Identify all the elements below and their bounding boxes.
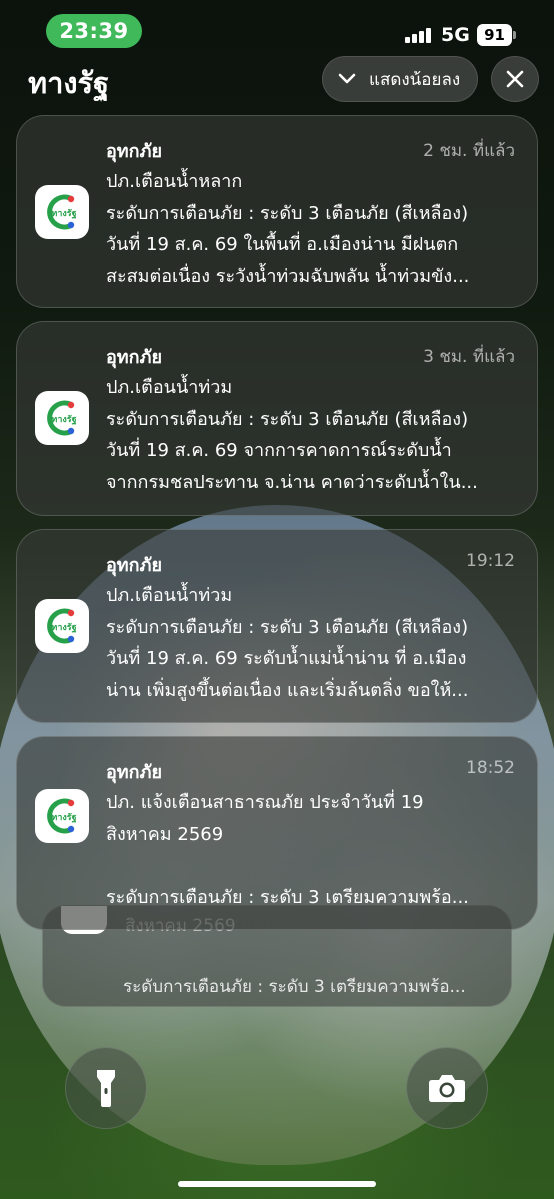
camera-button[interactable] — [406, 1047, 488, 1129]
notification-time: 2 ชม. ที่แล้ว — [423, 141, 515, 161]
notification-line: สิงหาคม 2569 — [106, 823, 224, 845]
battery-icon: 91 — [477, 24, 512, 46]
flashlight-icon — [97, 1070, 115, 1107]
app-group-title: ทางรัฐ — [28, 66, 110, 100]
battery-tip — [513, 31, 516, 39]
notification-card[interactable]: ทางรัฐ อุทกภัย 3 ชม. ที่แล้วปภ.เตือนน้ำท่ว… — [16, 321, 538, 516]
notification-body: ปภ.เตือนน้ำท่วมระดับการเตือนภัย : ระดับ … — [106, 580, 526, 706]
home-indicator[interactable] — [178, 1181, 376, 1187]
signal-icon — [405, 27, 435, 43]
app-icon-text: ทางรัฐ — [51, 812, 76, 823]
app-icon: ทางรัฐ — [35, 185, 89, 239]
notification-app: อุทกภัย — [106, 141, 162, 162]
show-less-button[interactable]: แสดงน้อยลง — [322, 56, 478, 102]
notification-time: 3 ชม. ที่แล้ว — [423, 347, 515, 367]
app-icon-text: ทางรัฐ — [51, 622, 76, 633]
flashlight-button[interactable] — [65, 1047, 147, 1129]
notification-line: ปภ.เตือนน้ำหลาก — [106, 171, 243, 192]
notification-body: ปภ.เตือนน้ำท่วมระดับการเตือนภัย : ระดับ … — [106, 372, 526, 498]
notification-line: ปภ.เตือนน้ำท่วม — [106, 377, 233, 398]
app-icon: ทางรัฐ — [35, 599, 89, 653]
notification-body: ปภ. แจ้งเตือนสาธารณภัย ประจำวันที่ 19 สิง… — [106, 787, 526, 913]
notification-body: ปภ.เตือนน้ำหลากระดับการเตือนภัย : ระดับ … — [106, 166, 526, 292]
notification-app: อุทกภัย — [106, 555, 162, 576]
notification-app: อุทกภัย — [106, 762, 162, 783]
thangrat-logo-icon: ทางรัฐ — [47, 608, 77, 644]
app-icon-text: ทางรัฐ — [51, 208, 76, 219]
network-type: 5G — [441, 24, 470, 46]
notification-line — [106, 850, 526, 882]
close-button[interactable] — [491, 56, 539, 102]
app-icon: ทางรัฐ — [35, 789, 89, 843]
notification-card[interactable]: ทางรัฐ อุทกภัย 2 ชม. ที่แล้วปภ.เตือนน้ำหลา… — [16, 115, 538, 308]
status-time[interactable]: 23:39 — [46, 14, 142, 48]
notification-line: น่าน เพิ่มสูงขึ้นต่อเนื่อง และเริ่มล้นตล… — [106, 679, 469, 701]
app-icon-text: ทางรัฐ — [51, 414, 76, 425]
notification-time: 19:12 — [466, 551, 515, 571]
camera-icon — [429, 1075, 465, 1102]
notification-line: สะสมต่อเนื่อง ระวังน้ำท่วมฉับพลัน น้ำท่ว… — [106, 265, 470, 287]
stacked-line: ระดับการเตือนภัย : ระดับ 3 เตรียมความพร้… — [123, 977, 466, 997]
notification-line: ระดับการเตือนภัย : ระดับ 3 เตรียมความพร้… — [106, 886, 469, 908]
notification-line: จากกรมชลประทาน จ.น่าน คาดว่าระดับน้ำใน..… — [106, 471, 478, 493]
notification-card[interactable]: ทางรัฐ อุทกภัย 19:12 ปภ.เตือนน้ำท่วมระดับกา… — [16, 529, 538, 723]
notification-time: 18:52 — [466, 758, 515, 778]
notification-line: ระดับการเตือนภัย : ระดับ 3 เตือนภัย (สีเ… — [106, 408, 469, 430]
notification-line: วันที่ 19 ส.ค. 69 ในพื้นที่ อ.เมืองน่าน … — [106, 234, 459, 255]
notification-line: ปภ. แจ้งเตือนสาธารณภัย ประจำวันที่ 19 — [106, 792, 424, 813]
notification-line: วันที่ 19 ส.ค. 69 จากการคาดการณ์ระดับน้ำ — [106, 440, 452, 461]
thangrat-logo-icon: ทางรัฐ — [47, 194, 77, 230]
chevron-down-icon — [338, 73, 356, 84]
close-icon — [506, 70, 524, 88]
show-less-label: แสดงน้อยลง — [369, 69, 461, 90]
notification-line: ระดับการเตือนภัย : ระดับ 3 เตือนภัย (สีเ… — [106, 616, 469, 638]
app-icon: ทางรัฐ — [35, 391, 89, 445]
battery-level: 91 — [484, 26, 505, 44]
notification-line: ปภ.เตือนน้ำท่วม — [106, 585, 233, 606]
thangrat-logo-icon: ทางรัฐ — [47, 798, 77, 834]
notification-line: ระดับการเตือนภัย : ระดับ 3 เตือนภัย (สีเ… — [106, 202, 469, 224]
notification-app: อุทกภัย — [106, 347, 162, 368]
notification-line: วันที่ 19 ส.ค. 69 ระดับน้ำแม่น้ำน่าน ที่… — [106, 648, 467, 669]
notification-card[interactable]: ทางรัฐ อุทกภัย 18:52 ปภ. แจ้งเตือนสาธารณภัย… — [16, 736, 538, 930]
thangrat-logo-icon: ทางรัฐ — [47, 400, 77, 436]
